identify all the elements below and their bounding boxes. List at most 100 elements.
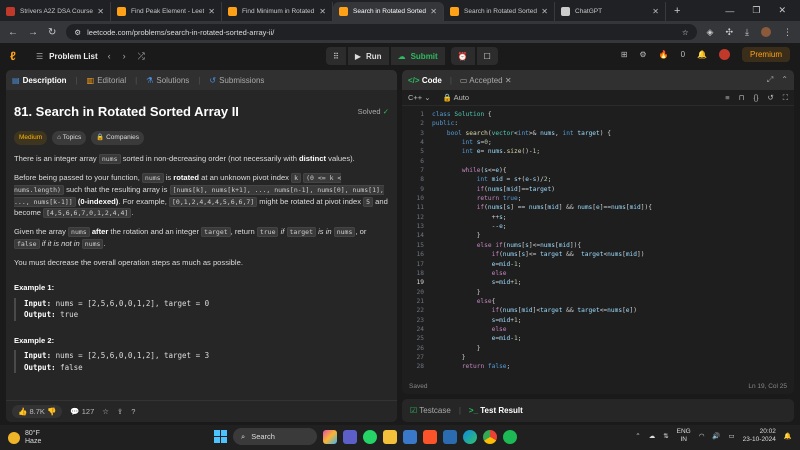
collapse-icon[interactable]: ⌃ [781, 75, 788, 85]
debug-icon[interactable]: ⠿ [326, 47, 346, 65]
tray-overflow-icon[interactable]: ⌃ [635, 432, 640, 440]
share-icon[interactable]: ⇪ [117, 407, 123, 416]
streak-icon[interactable]: 🔥 [659, 50, 669, 59]
bookmark-star-icon[interactable]: ☆ [682, 28, 689, 37]
edge-icon[interactable] [463, 429, 477, 444]
difficulty-badge[interactable]: Medium [14, 131, 48, 146]
spotify-icon[interactable] [503, 429, 517, 444]
photos-icon[interactable] [443, 429, 457, 444]
auto-toggle[interactable]: 🔒 Auto [443, 93, 469, 102]
new-tab-icon[interactable]: + [666, 5, 688, 21]
premium-button[interactable]: Premium [741, 47, 790, 62]
like-button[interactable]: 👍 8.7K 👎 [12, 405, 63, 418]
submit-button[interactable]: ☁ Submit [390, 47, 445, 65]
tab-submissions[interactable]: ↺ Submissions [209, 76, 264, 85]
brave-browser-icon[interactable] [423, 429, 437, 444]
sync-icon[interactable]: ⇅ [663, 432, 668, 440]
avatar[interactable] [718, 49, 730, 60]
url-bar[interactable]: ⚙ leetcode.com/problems/search-in-rotate… [66, 24, 697, 40]
chrome-icon[interactable] [483, 429, 497, 444]
comments-button[interactable]: 💬 127 [70, 407, 94, 416]
maximize-icon[interactable]: ❐ [752, 5, 760, 16]
file-explorer-icon[interactable] [383, 429, 397, 444]
tab-code[interactable]: </> Code [408, 76, 442, 85]
browser-tab[interactable]: Find Minimum in Rotated S ✕ [222, 2, 333, 21]
language-code: ENG [676, 428, 691, 435]
browser-tab[interactable]: ChatGPT ✕ [555, 2, 666, 21]
puzzle-icon[interactable]: ✣ [725, 27, 733, 38]
tab-test-result-label: Test Result [480, 406, 523, 415]
timer-icon[interactable]: ⏰ [450, 47, 475, 65]
tab-test-result[interactable]: >_ Test Result [469, 406, 523, 415]
notes-icon[interactable]: ☐ [476, 47, 498, 65]
close-tab-icon[interactable]: ✕ [319, 7, 326, 16]
tab-solutions[interactable]: ⚗ Solutions [146, 76, 189, 85]
reload-icon[interactable]: ↻ [48, 27, 56, 38]
code-editor[interactable]: 1 2 3 4 5 6 7 8 9 10 11 12 13 14 15 16 17 18 19 20 21 22 23 24 2… [402, 107, 794, 375]
run-button[interactable]: ▶ Run [347, 47, 389, 65]
notifications-icon[interactable]: 🔔 [784, 432, 792, 440]
battery-icon[interactable]: ▭ [729, 432, 735, 440]
language-indicator[interactable]: ENG IN [677, 428, 691, 444]
expand-icon[interactable]: ⤢ [767, 75, 773, 85]
problem-title[interactable]: 81. Search in Rotated Sorted Array II [14, 102, 239, 122]
format-icon[interactable]: ≡ [725, 93, 729, 103]
favorite-star-icon[interactable]: ☆ [102, 407, 109, 416]
back-icon[interactable]: ← [8, 27, 18, 38]
shuffle-icon[interactable]: ⤮ [138, 51, 145, 62]
tab-editorial[interactable]: ▥ Editorial [87, 76, 126, 85]
volume-icon[interactable]: 🔊 [712, 432, 720, 440]
line-number: 17 [416, 260, 424, 268]
help-icon[interactable]: ? [131, 407, 135, 416]
tab-accepted[interactable]: ▭ Accepted ✕ [460, 76, 512, 85]
forward-icon[interactable]: → [28, 27, 38, 38]
leetcode-logo-icon[interactable]: ℓ [10, 49, 22, 63]
cloud-icon[interactable]: ☁ [649, 432, 656, 440]
topics-badge[interactable]: ⌂ Topics [52, 131, 87, 146]
close-tab-icon[interactable]: ✕ [652, 7, 659, 16]
code-lines[interactable]: class Solution { public: bool search(vec… [432, 110, 652, 372]
problem-list-icon[interactable]: ☰ [36, 52, 43, 61]
companies-badge[interactable]: 🔒 Companies [91, 131, 144, 146]
download-icon[interactable]: ⤓ [745, 27, 749, 38]
bookmark-icon[interactable]: ⊓ [739, 93, 745, 103]
browser-tab[interactable]: Find Peak Element - LeetC ✕ [111, 2, 222, 21]
close-tab-icon[interactable]: ✕ [208, 7, 215, 16]
menu-icon[interactable]: ⋮ [783, 27, 792, 38]
windows-start-icon[interactable] [214, 430, 227, 443]
notification-icon[interactable]: 🔔 [697, 50, 707, 59]
settings-icon[interactable]: ⚙ [639, 50, 646, 59]
close-tab-icon[interactable]: ✕ [541, 7, 548, 16]
code-line: ++s; [432, 213, 507, 221]
problem-list-link[interactable]: Problem List [49, 52, 97, 61]
site-info-icon[interactable]: ⚙ [74, 28, 81, 37]
whatsapp-icon[interactable] [363, 429, 377, 444]
close-window-icon[interactable]: ✕ [778, 5, 786, 16]
clock[interactable]: 20:02 23-10-2024 [743, 428, 776, 444]
prev-problem-icon[interactable]: ‹ [108, 51, 111, 62]
thumbs-down-icon[interactable]: 👎 [47, 407, 56, 416]
close-tab-icon[interactable]: ✕ [505, 76, 512, 85]
extension-icon[interactable]: ◈ [707, 27, 714, 38]
browser-tab[interactable]: Search in Rotated Sorted A ✕ [444, 2, 555, 21]
close-tab-icon[interactable]: ✕ [97, 7, 104, 16]
taskbar-search[interactable]: ⌕ Search [233, 428, 317, 445]
tab-testcase[interactable]: ☑ Testcase [410, 406, 451, 415]
close-tab-icon[interactable]: ✕ [430, 7, 437, 16]
profile-icon[interactable] [761, 27, 771, 37]
teams-icon[interactable] [343, 429, 357, 444]
copilot-icon[interactable] [323, 429, 337, 444]
next-problem-icon[interactable]: › [123, 51, 126, 62]
browser-tab[interactable]: Search in Rotated Sorted A ✕ [333, 2, 444, 21]
reset-icon[interactable]: ↺ [767, 93, 773, 103]
language-select[interactable]: C++ ⌄ [408, 93, 431, 102]
fullscreen-icon[interactable]: ⛶ [783, 93, 788, 103]
browser-tab[interactable]: Strivers A2Z DSA Course/S ✕ [0, 2, 111, 21]
layout-icon[interactable]: ⊞ [621, 50, 628, 59]
tab-description[interactable]: ▤ Description [12, 76, 67, 85]
braces-icon[interactable]: {} [753, 93, 758, 103]
wifi-icon[interactable]: ◠ [699, 432, 705, 440]
weather-widget[interactable]: 80°F Haze [8, 430, 41, 445]
visual-studio-icon[interactable] [403, 429, 417, 444]
minimize-icon[interactable]: — [725, 6, 734, 16]
